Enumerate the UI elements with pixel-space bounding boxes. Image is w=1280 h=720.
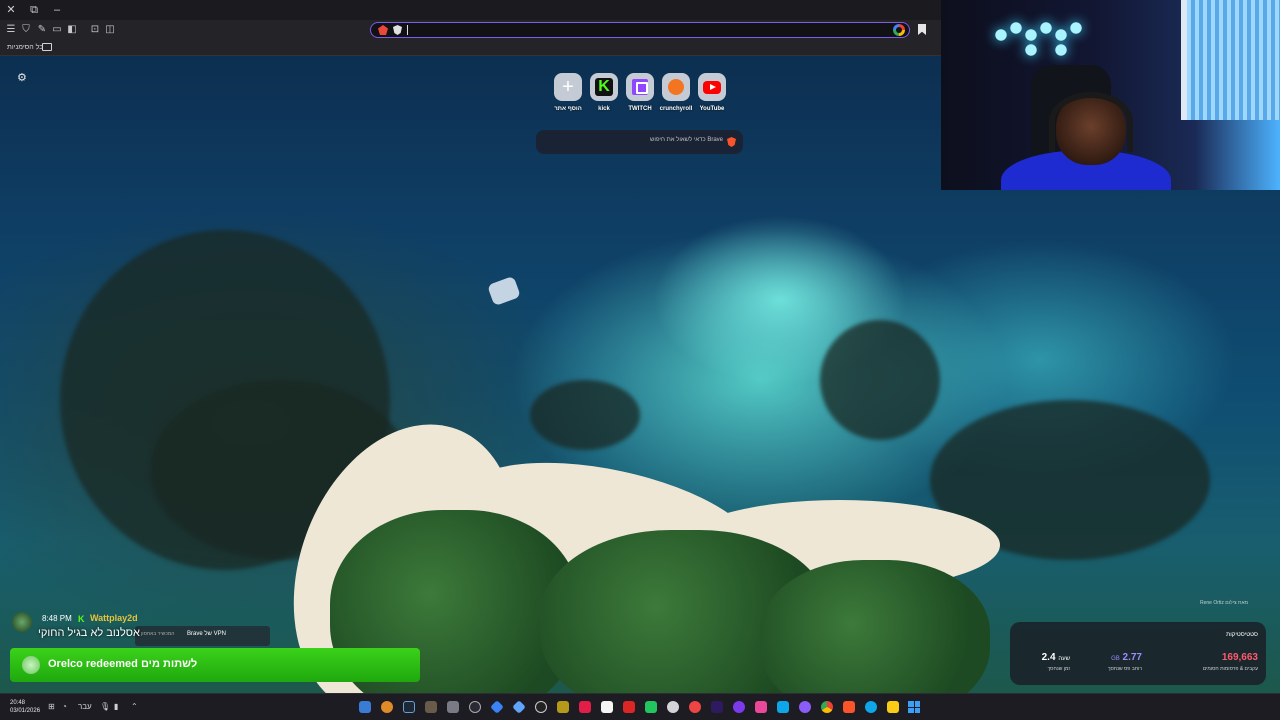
window-blinds (1181, 0, 1280, 120)
redeem-text: Orelco redeemed לשתות מים (48, 658, 198, 670)
volume-icon[interactable]: ▮ (114, 702, 118, 711)
redeem-alert: Orelco redeemed לשתות מים (10, 648, 420, 682)
app-icon-18[interactable] (733, 701, 745, 713)
stats-title: סטטיסטיקות (1226, 632, 1258, 638)
minimize-icon[interactable]: – (50, 3, 64, 17)
stat-time-saved: 2.4 שעה זמן שנחסך (1042, 652, 1070, 672)
stats-widget[interactable]: סטטיסטיקות 169,663 עקבים & פרסומות חסומי… (1010, 622, 1266, 685)
app-icon-1[interactable] (359, 701, 371, 713)
app-icon-10[interactable] (557, 701, 569, 713)
chat-message: 8:48 PM K Wattplay2d אסלנוב לא בגיל החוק… (8, 610, 278, 648)
app-icon-14[interactable] (645, 701, 657, 713)
text-caret (407, 25, 408, 35)
wallet-icon[interactable]: ◫ (104, 24, 116, 36)
kick-badge-icon: K (78, 614, 85, 624)
stat-trackers-blocked: 169,663 עקבים & פרסומות חסומים (1203, 652, 1258, 672)
app-icon-7[interactable] (490, 700, 504, 714)
sidebar-icon[interactable]: ◧ (66, 24, 78, 36)
twitch-icon (632, 79, 648, 95)
kick-icon: K (595, 78, 613, 96)
app-icon-6[interactable] (469, 701, 481, 713)
menu-icon[interactable]: ☰ (5, 24, 17, 36)
browser-window: ✕ ⧉ – ☰ ⛉ ✎ ▭ ◧ ⊡ ◫ כל הסימניות ⚙ + הוסף… (0, 0, 941, 693)
reward-icon (22, 656, 40, 674)
photo-credit[interactable]: Rene Ortiz מאת צילום (1200, 600, 1248, 606)
app-icon-2[interactable] (381, 701, 393, 713)
crunchyroll-icon (668, 79, 684, 95)
app-icon-21[interactable] (799, 701, 811, 713)
chrome-icon[interactable] (821, 701, 833, 713)
taskbar-clock[interactable]: 20:48 03/01/2026 (10, 699, 40, 715)
gear-icon[interactable]: ⚙ (17, 71, 27, 84)
clock-time: 20:48 (10, 700, 26, 706)
chevron-up-icon[interactable]: ⌃ (131, 702, 138, 711)
app-icon-12[interactable] (601, 701, 613, 713)
stat-value: 169,663 (1221, 652, 1258, 663)
stat-caption: עקבים & פרסומות חסומים (1202, 666, 1258, 672)
windows-start-icon[interactable] (908, 701, 920, 713)
stat-bandwidth-saved: GB 2.77 רוחב פס שנחסך (1108, 652, 1142, 672)
headset (1049, 92, 1133, 152)
stat-value: 2.77 (1122, 652, 1142, 663)
wifi-icon[interactable]: ◔ (62, 702, 67, 711)
brave-logo-icon (378, 25, 388, 35)
app-icon-13[interactable] (623, 701, 635, 713)
screenshot-icon[interactable]: ⊡ (89, 24, 101, 36)
webcam-feed (941, 0, 1280, 190)
chat-time: 8:48 PM (42, 614, 72, 623)
folder-icon[interactable] (42, 43, 52, 51)
google-icon[interactable] (893, 24, 905, 36)
shield-icon[interactable]: ⛉ (20, 24, 32, 36)
app-icon-11[interactable] (579, 701, 591, 713)
app-icon-15[interactable] (667, 701, 679, 713)
brave-icon[interactable] (843, 701, 855, 713)
stat-value: 2.4 (1041, 652, 1056, 663)
chat-text: אסלנוב לא בגיל החוקי (38, 627, 140, 639)
edge-icon[interactable] (865, 701, 877, 713)
tabs-icon[interactable]: ▭ (51, 24, 63, 36)
bookmarks-bar: כל הסימניות (0, 40, 941, 56)
stat-unit: שעה (1058, 656, 1070, 662)
notifications-icon[interactable]: ⊞ (48, 702, 55, 711)
steam-icon[interactable] (403, 701, 415, 713)
search-input[interactable]: כדאי לשאול את חיפוש Brave (536, 130, 743, 154)
top-site-youtube[interactable]: YouTube (697, 73, 727, 112)
restore-icon[interactable]: ⧉ (27, 3, 41, 17)
app-icon-4[interactable] (425, 701, 437, 713)
search-placeholder: כדאי לשאול את חיפוש Brave (649, 137, 723, 143)
close-icon[interactable]: ✕ (4, 3, 18, 17)
address-bar[interactable] (370, 22, 910, 38)
brave-shields-icon[interactable] (393, 25, 402, 35)
plus-icon: + (562, 76, 574, 98)
music-icon[interactable] (755, 701, 767, 713)
top-site-label: YouTube (699, 106, 725, 112)
all-bookmarks-label[interactable]: כל הסימניות (7, 42, 43, 54)
chat-username: Wattplay2d (90, 613, 138, 623)
app-icon-16[interactable] (689, 701, 701, 713)
stat-unit: GB (1111, 656, 1120, 662)
avatar (12, 612, 32, 632)
premiere-icon[interactable] (711, 701, 723, 713)
hexagon-lights (991, 10, 1086, 60)
language-indicator[interactable]: עבר (78, 702, 92, 711)
title-bar: ✕ ⧉ – (0, 0, 941, 20)
app-icon-5[interactable] (447, 701, 459, 713)
app-icon-8[interactable] (512, 700, 526, 714)
brave-search-icon (727, 137, 736, 147)
taskbar: 20:48 03/01/2026 ⊞ ◔ עבר 🎙 ▮ ⌃ (0, 693, 1280, 720)
app-icon-20[interactable] (777, 701, 789, 713)
file-explorer-icon[interactable] (887, 701, 899, 713)
stat-caption: זמן שנחסך (1047, 666, 1070, 672)
clock-date: 03/01/2026 (10, 708, 41, 714)
microphone-icon[interactable]: 🎙 (100, 702, 110, 711)
extensions-icon[interactable]: ✎ (36, 24, 48, 36)
youtube-icon (703, 80, 721, 94)
stat-caption: רוחב פס שנחסך (1107, 666, 1142, 672)
app-icon-9[interactable] (535, 701, 547, 713)
